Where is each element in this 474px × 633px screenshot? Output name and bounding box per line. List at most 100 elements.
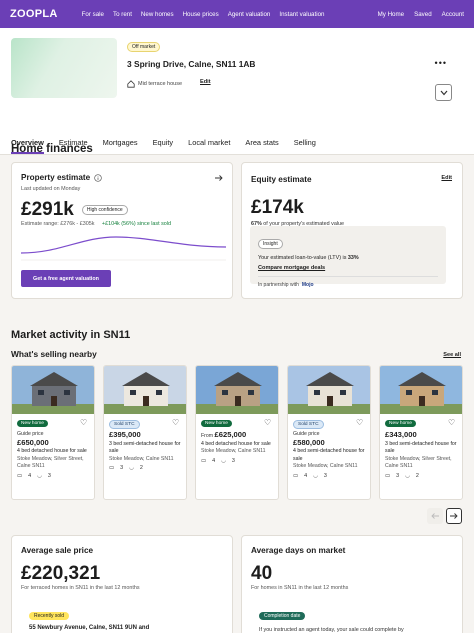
avg-days-note: For homes in SN11 in the last 12 months — [251, 585, 349, 591]
expand-button[interactable] — [435, 84, 452, 101]
completion-text: If you instructed an agent today, your s… — [259, 627, 404, 633]
listing-photo[interactable] — [104, 366, 186, 414]
photo-window — [314, 390, 320, 395]
equity-estimate-card: Equity estimate Edit £174k 67% of your p… — [241, 162, 463, 299]
carousel-prev-button[interactable] — [427, 508, 443, 524]
photo-window — [38, 390, 44, 395]
listing-card[interactable]: New home ♡ £343,000 3 bed semi-detached hou… — [379, 365, 463, 500]
property-type: Mid terrace house — [127, 80, 182, 88]
listing-location: Stoke Meadow, Calne SN11 — [201, 448, 266, 454]
nav-instant-valuation[interactable]: Instant valuation — [279, 11, 324, 18]
edit-property-link[interactable]: Edit — [200, 79, 211, 85]
carousel-next-button[interactable] — [446, 508, 462, 524]
listing-photo-image — [104, 366, 186, 414]
ltv-value: 33% — [347, 255, 359, 261]
listing-location: Stoke Meadow, Calne SN11 — [109, 455, 174, 462]
recently-sold-badge: Recently sold — [29, 612, 70, 620]
equity-edit-link[interactable]: Edit — [441, 175, 452, 181]
listing-photo[interactable] — [12, 366, 94, 414]
chevron-down-icon — [440, 90, 447, 95]
bath-icon: ◡ — [129, 465, 134, 471]
arrow-right-icon[interactable] — [215, 175, 223, 181]
estimate-updated: Last updated on Monday — [21, 186, 81, 192]
listing-location: Stoke Meadow, Calne SN11 — [293, 463, 358, 469]
nav-agent-valuation[interactable]: Agent valuation — [228, 11, 271, 18]
mojo-logo: Mojo — [301, 282, 314, 288]
bath-count: 2 — [415, 472, 419, 479]
heart-icon[interactable]: ♡ — [264, 419, 272, 427]
property-estimate-card: Property estimate Last updated on Monday… — [11, 162, 233, 299]
tab-selling[interactable]: Selling — [294, 138, 316, 154]
average-days-card: Average days on market 40 For homes in S… — [241, 535, 463, 633]
heart-icon[interactable]: ♡ — [356, 419, 364, 427]
heart-icon[interactable]: ♡ — [80, 419, 88, 427]
listing-price-prefix: From — [201, 433, 215, 439]
photo-window — [222, 390, 228, 395]
photo-door — [235, 396, 241, 406]
recent-address[interactable]: 55 Newbury Avenue, Calne, SN11 9UN and — [29, 625, 149, 631]
listing-price-prefix: Guide price — [293, 431, 320, 437]
info-icon[interactable] — [94, 173, 102, 182]
bed-count: 4 — [212, 457, 216, 464]
see-all-link[interactable]: See all — [443, 352, 461, 358]
heart-icon[interactable]: ♡ — [448, 419, 456, 427]
nav-account[interactable]: Account — [442, 11, 464, 18]
avg-price-value: £220,321 — [21, 563, 101, 584]
listing-card[interactable]: Sold STC ♡ £395,000 3 bed semi-detached hou… — [103, 365, 187, 500]
photo-window — [340, 390, 346, 395]
status-badge: Off market — [127, 42, 161, 52]
estimate-title: Property estimate — [21, 173, 91, 182]
photo-window — [64, 390, 70, 395]
listing-description: 4 bed semi-detached house for sale — [293, 448, 365, 462]
bath-count: 3 — [323, 472, 327, 479]
listing-card[interactable]: New home ♡ Guide price £650,000 4 bed detach… — [11, 365, 95, 500]
avg-price-title: Average sale price — [21, 546, 94, 555]
estimate-trend-chart — [21, 236, 226, 261]
free-valuation-button[interactable]: Get a free agent valuation — [21, 270, 111, 287]
property-type-label: Mid terrace house — [138, 81, 183, 87]
photo-door — [327, 396, 333, 406]
listing-description: 4 bed detached house for sale — [17, 448, 87, 454]
tab-mortgages[interactable]: Mortgages — [103, 138, 138, 154]
arrow-right-icon — [450, 513, 458, 519]
more-options-icon[interactable]: ••• — [435, 58, 447, 68]
photo-door — [419, 396, 425, 406]
tab-equity[interactable]: Equity — [153, 138, 174, 154]
photo-door — [143, 396, 149, 406]
zoopla-logo[interactable]: ZOOPLA — [10, 8, 58, 20]
nav-my-home[interactable]: My Home — [378, 11, 404, 18]
bed-count: 3 — [120, 465, 124, 471]
nav-saved[interactable]: Saved — [414, 11, 432, 18]
listing-description: 3 bed semi-detached house for sale — [109, 440, 181, 455]
photo-window — [248, 390, 254, 395]
tab-area-stats[interactable]: Area stats — [245, 138, 278, 154]
listing-photo-image — [12, 366, 94, 414]
listing-price-prefix: Guide price — [17, 431, 44, 437]
avg-price-note: For terraced homes in SN11 in the last 1… — [21, 585, 140, 591]
property-address: 3 Spring Drive, Calne, SN11 1AB — [127, 59, 256, 69]
confidence-badge: High confidence — [81, 205, 128, 215]
compare-mortgages-link[interactable]: Compare mortgage deals — [258, 265, 438, 271]
listing-photo[interactable] — [196, 366, 278, 414]
bed-icon: ▭ — [109, 465, 115, 471]
listing-card[interactable]: Sold STC ♡ Guide price £580,000 4 bed semi-d… — [287, 365, 371, 500]
nav-house-prices[interactable]: House prices — [183, 11, 219, 18]
bed-icon: ▭ — [201, 457, 207, 464]
heart-icon[interactable]: ♡ — [172, 419, 180, 427]
listing-photo[interactable] — [288, 366, 370, 414]
nav-for-sale[interactable]: For sale — [82, 11, 104, 18]
property-thumbnail[interactable] — [11, 38, 117, 98]
listing-card[interactable]: New home ♡ From £625,000 4 bed detached hou… — [195, 365, 279, 500]
insight-tag: Insight — [258, 239, 283, 249]
nav-new-homes[interactable]: New homes — [141, 11, 174, 18]
listing-location: Stoke Meadow, Silver Street, Calne SN11 — [17, 455, 84, 470]
listing-price: £580,000 — [293, 437, 325, 447]
nav-to-rent[interactable]: To rent — [113, 11, 132, 18]
bath-count: 3 — [231, 457, 235, 464]
listing-badge: Sold STC — [109, 420, 140, 429]
ltv-text: Your estimated loan-to-value (LTV) is — [258, 255, 348, 261]
listing-photo[interactable] — [380, 366, 462, 414]
listing-features: ▭ 4 ◡ 3 — [293, 473, 366, 481]
tab-local-market[interactable]: Local market — [188, 138, 230, 154]
photo-window — [406, 390, 412, 395]
